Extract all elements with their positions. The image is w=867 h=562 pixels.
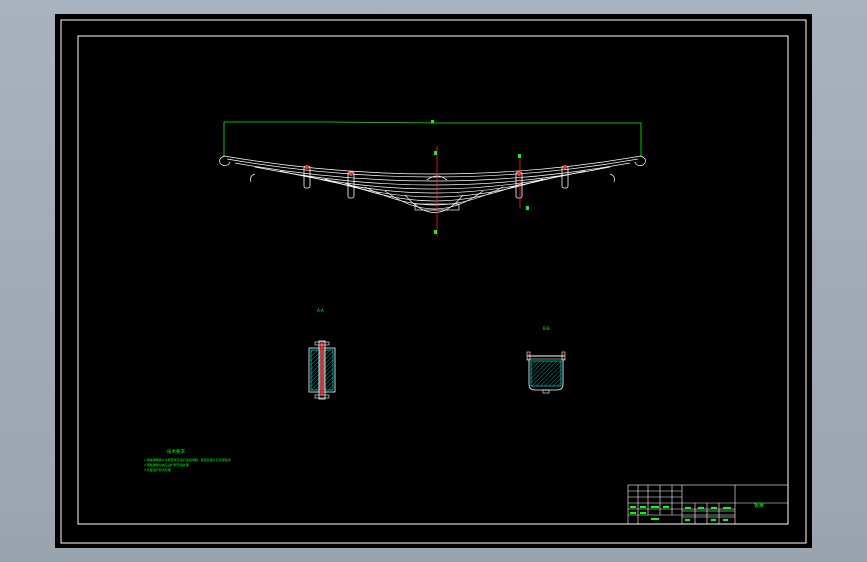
tech-line-1: 1.钢板弹簧各片在装配前应涂石墨润滑脂，装配后各片应紧密贴合 xyxy=(144,457,231,462)
drawing-canvas: A-A B-B 技术要求 1.钢板弹簧各片在装配前应涂石墨润滑脂，装配后各片应紧… xyxy=(60,19,807,544)
title-block-marks xyxy=(630,506,731,521)
left-spring-eye xyxy=(219,155,231,166)
spring-profile-dimension xyxy=(223,121,642,157)
leaf-spring-view xyxy=(219,120,646,236)
right-spring-eye xyxy=(634,155,646,166)
cad-viewport[interactable]: A-A B-B 技术要求 1.钢板弹簧各片在装配前应涂石墨润滑脂，装配后各片应紧… xyxy=(55,14,812,548)
tech-title: 技术要求 xyxy=(167,448,185,455)
tech-line-3: 3.表面进行喷丸处理 xyxy=(144,467,171,472)
left-end-hook xyxy=(250,173,256,183)
drawing-name: 板簧 xyxy=(754,502,764,509)
tech-line-2: 2.钢板弹簧总成应进行预压缩处理 xyxy=(144,462,189,467)
section-bb-view: B-B xyxy=(526,326,566,394)
section-aa-label: A-A xyxy=(317,308,324,313)
right-end-hook xyxy=(609,173,615,183)
section-aa-view: A-A xyxy=(308,308,336,400)
technical-requirements: 技术要求 1.钢板弹簧各片在装配前应涂石墨润滑脂，装配后各片应紧密贴合 2.钢板… xyxy=(144,448,231,472)
section-bb-label: B-B xyxy=(543,326,550,331)
